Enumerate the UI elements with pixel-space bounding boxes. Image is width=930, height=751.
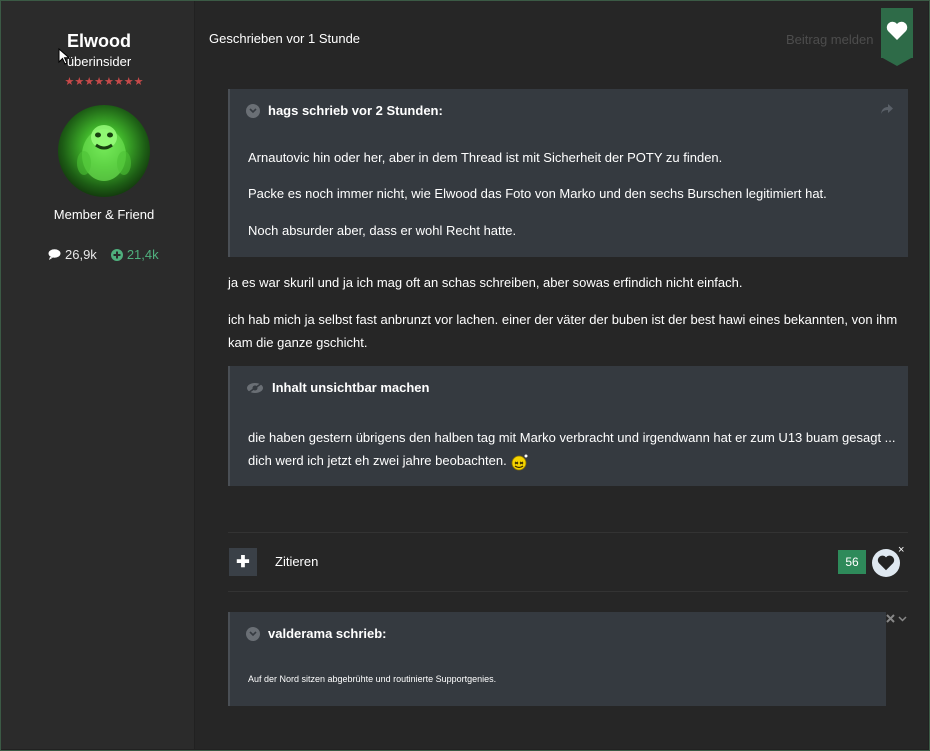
quote-text: Auf der Nord sitzen abgebrühte und routi…: [248, 674, 497, 684]
post-timestamp[interactable]: Geschrieben vor 1 Stunde: [209, 31, 360, 46]
reputation-stat: 21,4k: [110, 247, 159, 262]
like-button[interactable]: [872, 549, 900, 577]
eye-slash-icon: [247, 381, 263, 394]
like-count[interactable]: 56: [838, 550, 866, 574]
spoiler-text: die haben gestern übrigens den halben ta…: [248, 426, 898, 472]
plus-circle-icon: [110, 248, 123, 261]
quote-text: Arnautovic hin oder her, aber in dem Thr…: [248, 150, 723, 165]
report-post-link[interactable]: Beitrag melden: [786, 32, 873, 47]
divider: [228, 532, 908, 533]
quote-header[interactable]: valderama schrieb:: [246, 626, 387, 641]
spoiler-toggle-label: Inhalt unsichtbar machen: [272, 380, 430, 395]
author-rank: überinsider: [66, 54, 132, 69]
quote-text: Noch absurder aber, dass er wohl Recht h…: [248, 223, 517, 238]
chevron-down-icon[interactable]: [246, 103, 260, 118]
posts-count: 26,9k: [65, 247, 97, 262]
spoiler-block: Inhalt unsichtbar machen die haben geste…: [228, 366, 908, 486]
heart-icon: [886, 21, 908, 40]
close-menu-control[interactable]: [886, 613, 908, 628]
quote-author-label: hags schrieb vor 2 Stunden:: [268, 103, 443, 118]
remove-reaction-button[interactable]: ×: [898, 544, 904, 556]
reaction-badge: [881, 8, 913, 66]
avatar[interactable]: [58, 105, 150, 197]
author-sidebar: Elwood überinsider ★★★★★★★★ Member & Fri…: [1, 1, 194, 749]
quote-author-label: valderama schrieb:: [268, 626, 387, 641]
quote-header[interactable]: hags schrieb vor 2 Stunden:: [246, 103, 443, 118]
post-paragraph: ja es war skuril und ja ich mag oft an s…: [228, 275, 743, 290]
quote-button[interactable]: Zitieren: [275, 554, 318, 569]
quote-block: hags schrieb vor 2 Stunden: Arnautovic h…: [228, 89, 908, 257]
author-stats: 26,9k 21,4k: [48, 247, 159, 262]
ghost-figure-image: [77, 125, 131, 181]
rank-stars: ★★★★★★★★: [64, 76, 144, 88]
laughing-emoji-icon: [511, 454, 528, 470]
heart-icon: [877, 555, 895, 571]
share-icon[interactable]: [880, 103, 894, 115]
comment-icon: [48, 249, 61, 260]
post-content: Geschrieben vor 1 Stunde Beitrag melden …: [195, 1, 928, 749]
posts-stat: 26,9k: [48, 247, 97, 262]
post-paragraph: ich hab mich ja selbst fast anbrunzt vor…: [228, 312, 898, 350]
mouse-cursor-icon: [58, 48, 70, 65]
quote-block: valderama schrieb: Auf der Nord sitzen a…: [228, 612, 886, 706]
divider: [228, 591, 908, 592]
author-name[interactable]: Elwood: [1, 31, 197, 52]
reputation-count: 21,4k: [126, 247, 159, 262]
member-group: Member & Friend: [53, 207, 155, 222]
quote-text: Packe es noch immer nicht, wie Elwood da…: [248, 186, 827, 201]
close-icon: [886, 614, 907, 623]
multiquote-button[interactable]: ✚: [229, 548, 257, 576]
chevron-down-icon[interactable]: [246, 626, 260, 641]
spoiler-header[interactable]: Inhalt unsichtbar machen: [246, 380, 429, 395]
